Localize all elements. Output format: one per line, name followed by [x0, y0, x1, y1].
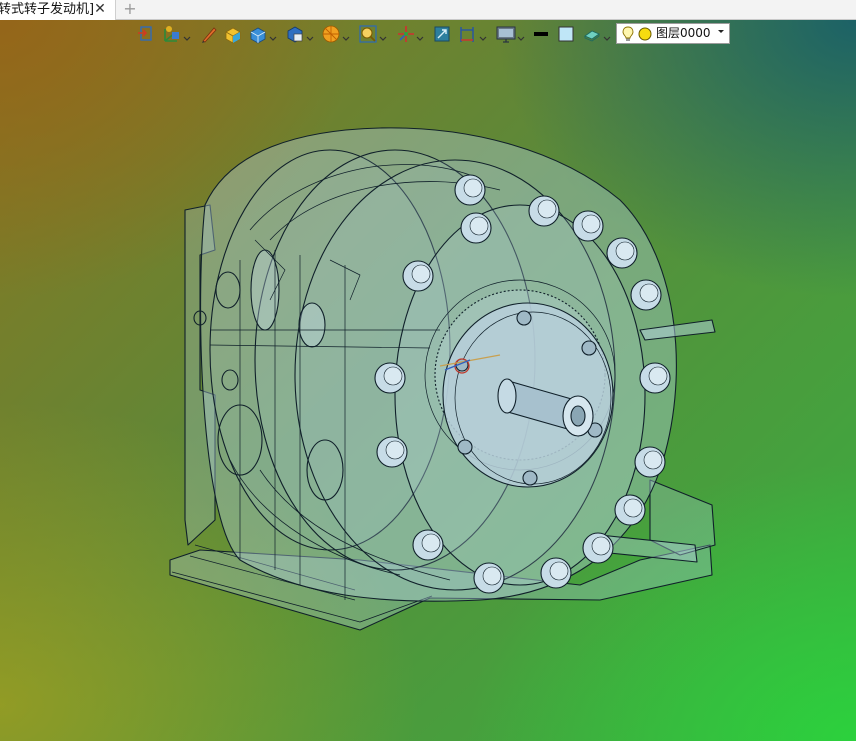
- rotor-window-2: [298, 302, 326, 348]
- close-tab-icon[interactable]: ✕: [93, 0, 107, 19]
- view-orientation-icon[interactable]: [161, 23, 183, 45]
- bolt-head: [549, 561, 569, 581]
- 3d-viewport[interactable]: [0, 20, 856, 741]
- bolt-head: [421, 533, 441, 553]
- triad-dropdown-icon[interactable]: [416, 29, 424, 41]
- view-orientation-dropdown-icon[interactable]: [183, 29, 191, 41]
- layer-selector[interactable]: 图层0000: [616, 23, 730, 44]
- bolt-head: [469, 216, 489, 236]
- bolt-head: [648, 366, 668, 386]
- bolt-head: [482, 566, 502, 586]
- material-icon[interactable]: [582, 23, 602, 45]
- light-bulb-icon: [622, 26, 634, 41]
- shaded-box-icon[interactable]: [223, 23, 243, 45]
- line-color-icon[interactable]: [532, 23, 550, 45]
- render-mode-icon[interactable]: [321, 23, 341, 45]
- bolt-head: [463, 178, 483, 198]
- bolt-head: [383, 366, 403, 386]
- layer-status-icon: [638, 27, 652, 41]
- monitor-dropdown-icon[interactable]: [517, 29, 525, 41]
- zoom-dropdown-icon[interactable]: [379, 29, 387, 41]
- document-tab-label: 转式转子发动机]: [0, 2, 95, 17]
- pen-icon[interactable]: [200, 23, 218, 45]
- import-icon[interactable]: [137, 23, 155, 45]
- bolt-head: [615, 241, 635, 261]
- render-mode-dropdown-icon[interactable]: [342, 29, 350, 41]
- document-tab-bar: 转式转子发动机] ✕ +: [0, 0, 856, 20]
- bolt-head: [639, 283, 659, 303]
- layer-dropdown-icon[interactable]: [717, 29, 725, 35]
- fit-icon[interactable]: [432, 23, 452, 45]
- measure-icon[interactable]: [457, 23, 477, 45]
- monitor-icon[interactable]: [495, 23, 517, 45]
- zoom-icon[interactable]: [358, 23, 378, 45]
- triad-icon[interactable]: [396, 23, 416, 45]
- document-tab[interactable]: 转式转子发动机] ✕: [0, 0, 116, 20]
- bolt-head: [623, 498, 643, 518]
- display-style-dropdown-icon[interactable]: [306, 29, 314, 41]
- bolt-head: [411, 264, 431, 284]
- bolt-head: [537, 199, 557, 219]
- new-tab-button[interactable]: +: [122, 0, 138, 20]
- bolt-head: [643, 450, 663, 470]
- fill-color-icon[interactable]: [557, 23, 575, 45]
- view-box-icon[interactable]: [248, 23, 268, 45]
- rotary-engine-model[interactable]: [0, 20, 856, 741]
- bolt-head: [385, 440, 405, 460]
- measure-dropdown-icon[interactable]: [479, 29, 487, 41]
- material-dropdown-icon[interactable]: [603, 29, 611, 41]
- view-box-dropdown-icon[interactable]: [269, 29, 277, 41]
- display-style-icon[interactable]: [285, 23, 305, 45]
- layer-name: 图层0000: [656, 26, 711, 40]
- bolt-head: [581, 214, 601, 234]
- bolt-head: [591, 536, 611, 556]
